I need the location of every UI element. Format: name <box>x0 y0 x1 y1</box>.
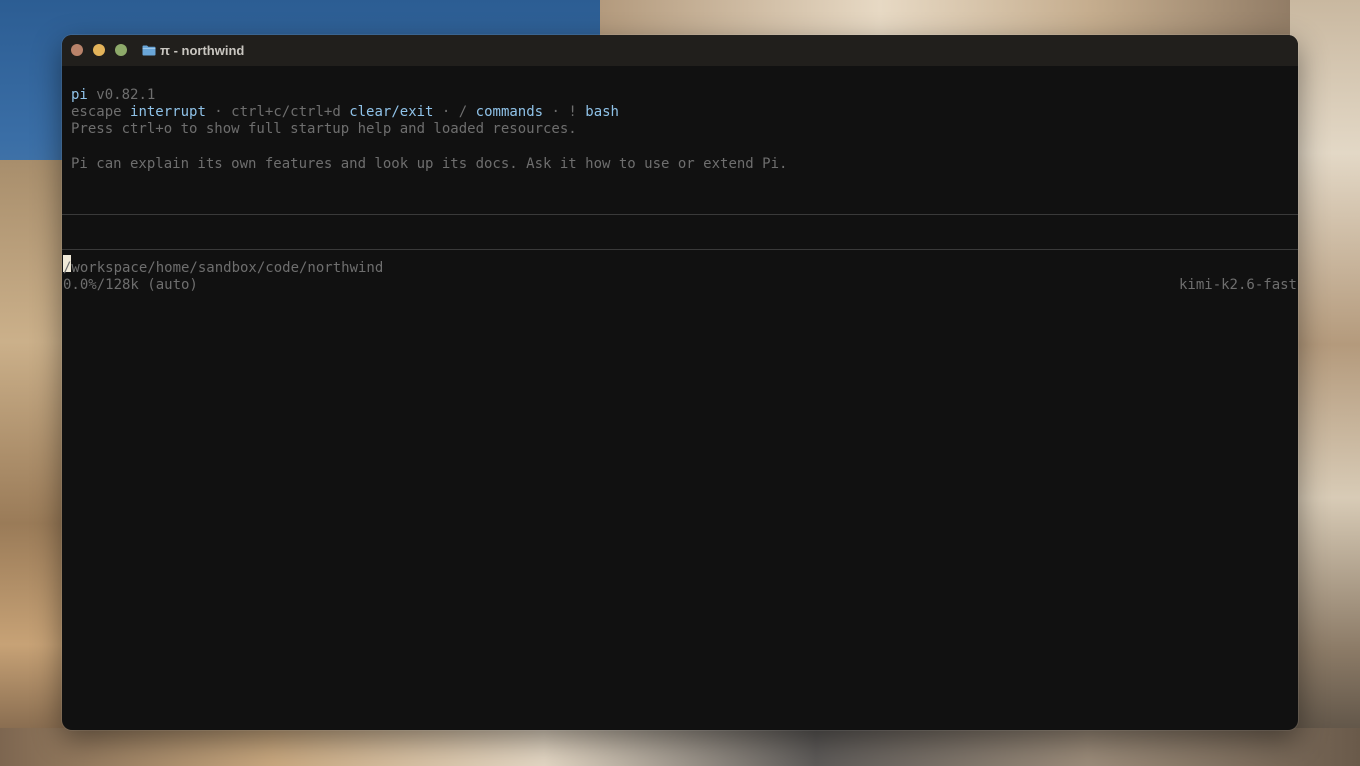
wallpaper-building-left <box>0 160 70 766</box>
window-title: π - northwind <box>142 42 244 59</box>
shortcut-key: / <box>458 104 468 120</box>
terminal-content[interactable]: pi v0.82.1 escape interrupt · ctrl+c/ctr… <box>62 66 1298 730</box>
app-version: v0.82.1 <box>96 87 156 103</box>
shortcut-separator: · <box>205 104 232 120</box>
input-top-divider <box>62 214 1298 215</box>
shortcut-label: interrupt <box>130 104 206 120</box>
startup-tip: Pi can explain its own features and look… <box>71 156 788 172</box>
terminal-window[interactable]: π - northwind pi v0.82.1 escape interrup… <box>62 35 1298 730</box>
close-window-button[interactable] <box>71 44 83 56</box>
wallpaper-building-right <box>1290 0 1360 766</box>
shortcut-separator: · <box>433 104 459 120</box>
app-name: pi <box>71 87 88 103</box>
shortcut-key: ctrl+c/ctrl+d <box>231 104 341 120</box>
minimize-window-button[interactable] <box>93 44 105 56</box>
shortcut-label: clear/exit <box>349 104 434 120</box>
context-usage: 0.0%/128k (auto) <box>63 277 198 293</box>
window-titlebar[interactable]: π - northwind <box>62 35 1298 66</box>
shortcut-key: escape <box>71 104 122 120</box>
window-title-text: π - northwind <box>160 43 245 58</box>
help-hint: Press ctrl+o to show full startup help a… <box>71 121 577 137</box>
shortcut-label: bash <box>585 104 619 120</box>
wallpaper-building-top <box>600 0 1300 40</box>
shortcut-separator: · <box>543 104 569 120</box>
model-name: kimi-k2.6-fast <box>1178 277 1297 293</box>
version-line: pi v0.82.1 <box>71 87 155 104</box>
input-bottom-divider <box>62 249 1298 250</box>
shortcut-key: ! <box>568 104 577 120</box>
shortcuts-line: escape interrupt · ctrl+c/ctrl+d clear/e… <box>71 104 619 121</box>
maximize-window-button[interactable] <box>115 44 127 56</box>
wallpaper-building-bottom <box>0 728 1360 766</box>
folder-icon <box>142 45 156 56</box>
shortcut-label: commands <box>475 104 544 120</box>
current-directory: /workspace/home/sandbox/code/northwind <box>63 260 384 276</box>
